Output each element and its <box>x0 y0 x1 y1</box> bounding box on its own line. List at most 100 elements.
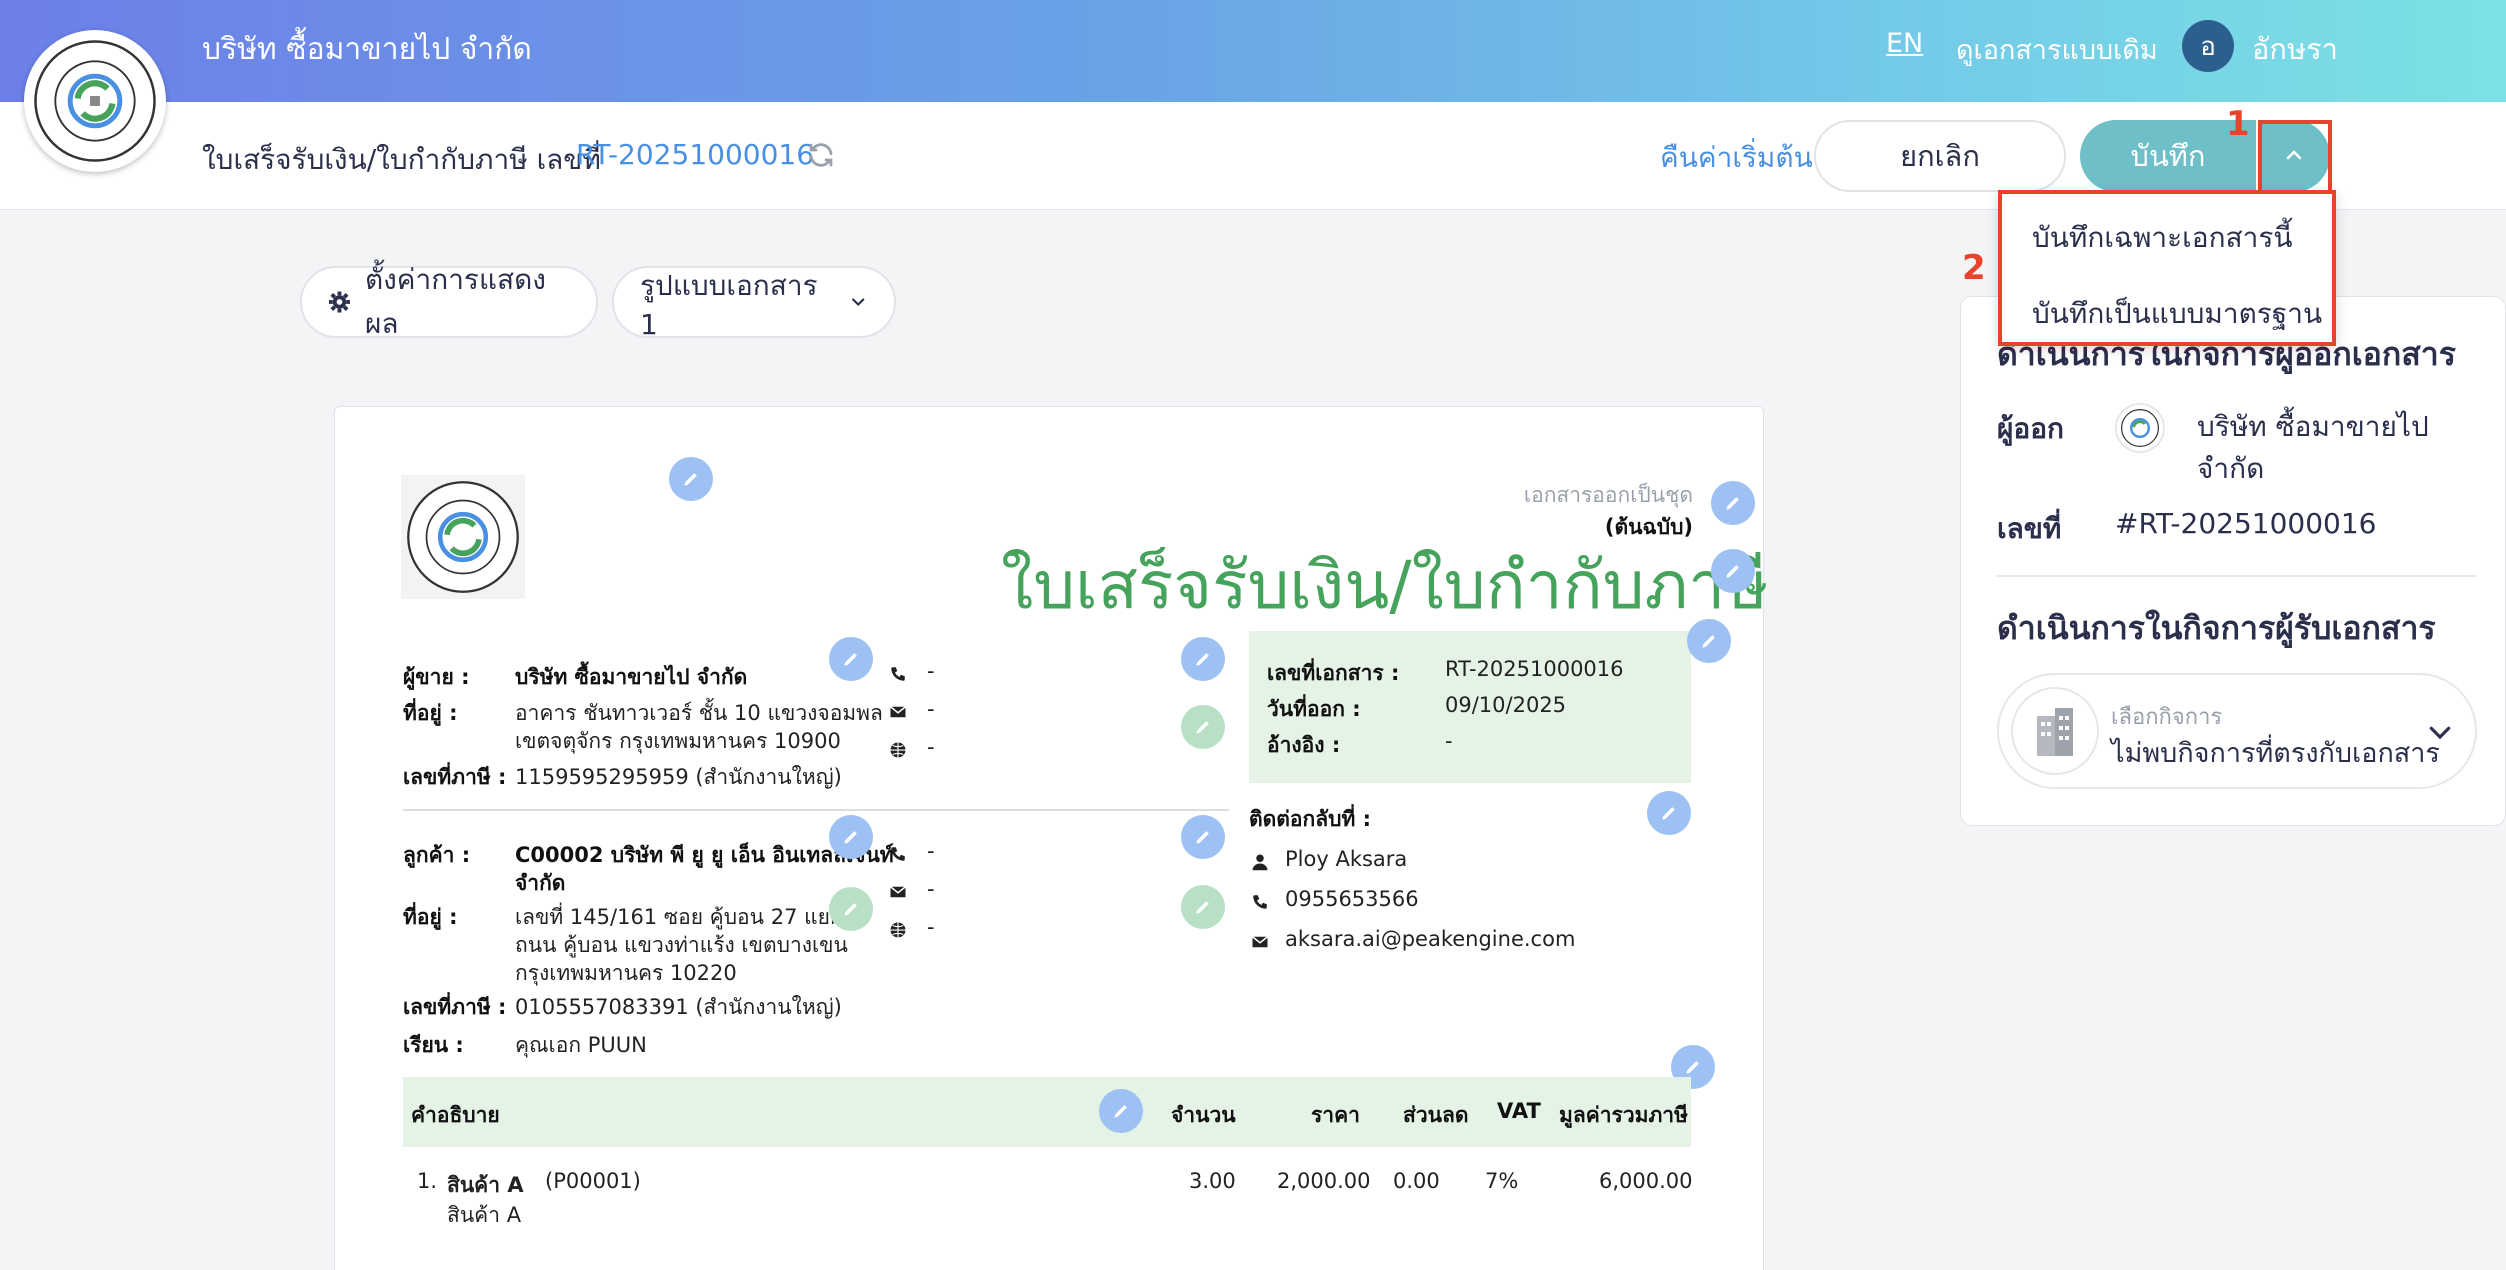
number-label: เลขที่ <box>1997 512 2062 545</box>
col-price: ราคา <box>1311 1103 1360 1127</box>
save-options-menu: บันทึกเฉพาะเอกสารนี้ บันทึกเป็นแบบมาตรฐา… <box>1998 190 2336 346</box>
menu-item-save-as-default[interactable]: บันทึกเป็นแบบมาตรฐาน <box>2032 292 2322 336</box>
doc-type-label: ใบเสร็จรับเงิน/ใบกำกับภาษี เลขที่ <box>202 143 601 176</box>
pencil-icon <box>1196 653 1209 666</box>
reference-value: - <box>1445 729 1453 753</box>
edit-logo-button[interactable] <box>669 457 713 501</box>
edit-customer-contact-button[interactable] <box>1181 815 1225 859</box>
customer-label: ลูกค้า : <box>403 843 471 867</box>
refresh-icon[interactable] <box>806 140 836 170</box>
globe-icon <box>890 922 906 938</box>
annotation-label-2: 2 <box>1962 248 1986 288</box>
building-icon <box>2037 708 2073 756</box>
gear-icon <box>328 291 350 313</box>
template-select[interactable]: รูปแบบเอกสาร 1 <box>612 266 896 341</box>
business-select[interactable]: เลือกกิจการ ไม่พบกิจการที่ตรงกับเอกสาร <box>1997 673 2477 789</box>
document-logo <box>401 475 525 599</box>
document-actions-panel: ดำเนินการในกิจการผู้ออกเอกสาร ผู้ออก บริ… <box>1960 296 2506 826</box>
edit-info-button[interactable] <box>1687 619 1731 663</box>
annotation-box-1 <box>2258 120 2332 194</box>
email-icon <box>890 886 906 898</box>
item-code: (P00001) <box>545 1169 641 1193</box>
pencil-icon <box>1726 565 1739 578</box>
customer-email: - <box>927 877 935 901</box>
company-name: บริษัท ซื้อมาขายไป จำกัด <box>202 32 532 67</box>
contact-email: aksara.ai@peakengine.com <box>1285 927 1576 951</box>
item-quantity: 3.00 <box>1189 1169 1236 1193</box>
seller-name: บริษัท ซื้อมาขายไป จำกัด <box>515 665 748 689</box>
contact-phone: 0955653566 <box>1285 887 1419 911</box>
email-icon <box>1252 936 1268 948</box>
company-seal-icon <box>34 40 156 162</box>
item-discount: 0.00 <box>1393 1169 1440 1193</box>
edit-customer-button[interactable] <box>829 815 873 859</box>
seller-tax-id: 1159595295959 (สำนักงานใหญ่) <box>515 765 842 789</box>
pencil-icon <box>844 903 857 916</box>
pencil-icon <box>1702 635 1715 648</box>
email-icon <box>890 706 906 718</box>
seller-email: - <box>927 697 935 721</box>
cancel-button[interactable]: ยกเลิก <box>1814 120 2066 192</box>
items-table-header: คำอธิบาย จำนวน ราคา ส่วนลด VAT มูลค่ารวม… <box>403 1077 1691 1147</box>
edit-seller-contact-button[interactable] <box>1181 637 1225 681</box>
reset-default-link[interactable]: คืนค่าเริ่มต้น <box>1660 136 1813 180</box>
issuer-logo <box>2115 403 2165 453</box>
customer-tax-label: เลขที่ภาษี : <box>403 995 507 1019</box>
edit-customer-extra-button[interactable] <box>1181 885 1225 929</box>
col-total-incl-vat: มูลค่ารวมภาษี <box>1559 1103 1688 1127</box>
issued-as-set-label: เอกสารออกเป็นชุด <box>1523 483 1693 507</box>
annotation-label-1: 1 <box>2226 104 2250 144</box>
edit-title-button[interactable] <box>1711 549 1755 593</box>
menu-item-save-this-doc[interactable]: บันทึกเฉพาะเอกสารนี้ <box>2032 216 2293 260</box>
seller-address-line-2: เขตจตุจักร กรุงเทพมหานคร 10900 <box>515 729 841 753</box>
document-info-box: เลขที่เอกสาร : RT-20251000016 วันที่ออก … <box>1249 631 1691 783</box>
user-name[interactable]: อักษรา <box>2252 26 2338 72</box>
receiver-heading: ดำเนินการในกิจการผู้รับเอกสาร <box>1997 609 2436 647</box>
row-number: 1. <box>417 1169 438 1193</box>
issue-date-label: วันที่ออก : <box>1267 697 1361 721</box>
pencil-icon <box>1662 807 1675 820</box>
top-bar: บริษัท ซื้อมาขายไป จำกัด EN ดูเอกสารแบบเ… <box>0 0 2506 102</box>
col-quantity: จำนวน <box>1171 1103 1236 1127</box>
col-vat: VAT <box>1497 1099 1541 1123</box>
phone-icon <box>891 667 905 681</box>
seller-phone: - <box>927 659 935 683</box>
edit-customer-address-button[interactable] <box>829 887 873 931</box>
avatar[interactable]: อ <box>2182 20 2234 72</box>
old-doc-view-link[interactable]: ดูเอกสารแบบเดิม <box>1956 28 2158 71</box>
item-description: สินค้า A <box>447 1203 522 1227</box>
doc-no-label: เลขที่เอกสาร : <box>1267 661 1400 685</box>
company-logo[interactable] <box>24 30 166 172</box>
panel-divider <box>1997 575 2477 577</box>
item-price: 2,000.00 <box>1277 1169 1371 1193</box>
customer-address-label: ที่อยู่ : <box>403 905 458 929</box>
pencil-icon <box>1196 901 1209 914</box>
doc-number[interactable]: RT-20251000016 <box>576 138 814 171</box>
pencil-icon <box>1726 497 1739 510</box>
edit-seller-extra-button[interactable] <box>1181 705 1225 749</box>
contact-label: ติดต่อกลับที่ : <box>1249 807 1371 831</box>
edit-header-button[interactable] <box>1711 481 1755 525</box>
chevron-down-icon <box>2429 726 2451 740</box>
customer-address-line-3: กรุงเทพมหานคร 10220 <box>515 961 737 985</box>
language-switch[interactable]: EN <box>1886 28 1923 59</box>
number-value: #RT-20251000016 <box>2115 507 2377 540</box>
seller-label: ผู้ขาย : <box>403 665 470 689</box>
edit-seller-button[interactable] <box>829 637 873 681</box>
attention-label: เรียน : <box>403 1033 464 1057</box>
display-settings-button[interactable]: ตั้งค่าการแสดงผล <box>300 263 598 340</box>
globe-icon <box>890 742 906 758</box>
customer-web: - <box>927 915 935 939</box>
item-vat: 7% <box>1485 1169 1519 1193</box>
contact-name: Ploy Aksara <box>1285 847 1408 871</box>
document-title: ใบเสร็จรับเงิน/ใบกำกับภาษี <box>1001 547 1769 624</box>
attention-name: คุณเอก PUUN <box>515 1033 647 1057</box>
company-seal-icon <box>2121 409 2159 447</box>
customer-phone: - <box>927 839 935 863</box>
edit-description-col-button[interactable] <box>1099 1089 1143 1133</box>
edit-contact-button[interactable] <box>1647 791 1691 835</box>
phone-icon <box>1253 895 1267 909</box>
seller-address-label: ที่อยู่ : <box>403 701 458 725</box>
pencil-icon <box>1196 721 1209 734</box>
building-icon-wrap <box>2011 687 2099 775</box>
